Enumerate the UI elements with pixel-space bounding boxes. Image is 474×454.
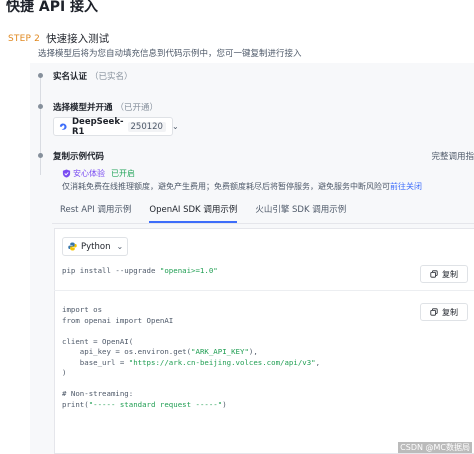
model-version: 250120 <box>127 121 166 132</box>
language-value: Python <box>81 241 111 252</box>
code-string: "https://ark.cn-beijing.volces.com/api/v… <box>128 357 316 367</box>
code-line: , <box>315 357 321 367</box>
code-separator <box>54 290 474 291</box>
auth-status: （已实名） <box>90 72 133 82</box>
code-line: client = OpenAI( <box>62 336 134 346</box>
tab-volcengine-sdk[interactable]: 火山引擎 SDK 调用示例 <box>255 203 346 223</box>
copy-label: 复制 <box>442 269 458 279</box>
model-select[interactable]: DeepSeek-R1 250120 ⌄ <box>53 116 179 137</box>
code-line: import os <box>62 305 103 314</box>
tab-divider <box>52 223 474 224</box>
code-line: ) <box>62 368 67 377</box>
model-status: （已开通） <box>115 103 159 113</box>
full-doc-link[interactable]: 完整调用指 <box>431 150 474 162</box>
step-description: 选择模型后将为您自动填充信息到代码示例中，您可一键复制进行接入 <box>38 49 302 59</box>
model-row: 选择模型并开通 （已开通） <box>53 101 158 113</box>
step-header: STEP 2 快速接入测试 <box>8 31 109 46</box>
chevron-down-icon: ⌄ <box>171 122 179 131</box>
auth-label: 实名认证 <box>53 72 88 82</box>
code-string: "----- standard request -----" <box>88 399 223 409</box>
code-line: ) <box>222 399 227 409</box>
install-code: pip install --upgrade "openai>=1.0" <box>62 266 218 277</box>
timeline-dot <box>38 104 43 109</box>
code-row: 复制示例代码 <box>53 150 104 162</box>
tab-openai-sdk[interactable]: OpenAI SDK 调用示例 <box>149 203 238 223</box>
sdk-code: import os from openai import OpenAI clie… <box>62 305 320 410</box>
copy-label: 复制 <box>442 307 458 317</box>
model-logo-icon <box>59 122 68 131</box>
safe-mode-status: 已开启 <box>111 169 135 178</box>
model-label: 选择模型并开通 <box>53 103 113 113</box>
tab-rest-api[interactable]: Rest API 调用示例 <box>60 203 131 223</box>
code-line: print( <box>62 399 89 409</box>
model-name: DeepSeek-R1 <box>72 116 124 137</box>
watermark: CSDN @MC数据局 <box>398 442 472 453</box>
tab-bar: Rest API 调用示例 OpenAI SDK 调用示例 火山引擎 SDK 调… <box>60 203 364 223</box>
code-line: base_url = <box>62 357 129 367</box>
notice-text: 仅消耗免费在线推理额度，避免产生费用；免费额度耗尽后将暂停服务，避免服务中断风险… <box>62 182 390 191</box>
step-title: 快速接入测试 <box>46 33 110 45</box>
code-line: from openai import OpenAI <box>62 315 174 325</box>
step-label: STEP 2 <box>8 33 41 44</box>
shield-icon <box>62 169 71 178</box>
code-string: "openai>=1.0" <box>159 266 218 275</box>
python-icon <box>68 242 77 251</box>
auth-row: 实名认证 （已实名） <box>53 70 133 82</box>
code-comment: # Non-streaming: <box>62 389 134 398</box>
safe-mode-notice: 仅消耗免费在线推理额度，避免产生费用；免费额度耗尽后将暂停服务，避免服务中断风险… <box>62 181 422 192</box>
code-text: pip install --upgrade <box>62 266 160 275</box>
copy-button[interactable]: 复制 <box>420 303 468 321</box>
code-line: api_key = os.environ.get( <box>62 347 192 356</box>
language-select[interactable]: Python ⌄ <box>62 237 128 256</box>
code-line: ), <box>248 347 258 356</box>
safe-mode: 安心体验 已开启 <box>62 168 135 179</box>
page-title: 快捷 API 接入 <box>6 0 99 15</box>
close-link[interactable]: 前往关闭 <box>390 182 422 191</box>
code-label: 复制示例代码 <box>53 152 105 162</box>
safe-mode-name: 安心体验 <box>73 169 105 178</box>
timeline-dot <box>38 73 43 78</box>
timeline-line <box>40 75 41 175</box>
code-string: "ARK_API_KEY" <box>191 347 249 356</box>
chevron-down-icon: ⌄ <box>116 242 124 251</box>
copy-button[interactable]: 复制 <box>420 265 468 283</box>
copy-icon <box>430 308 438 316</box>
timeline-dot <box>38 153 43 158</box>
copy-icon <box>430 270 438 278</box>
